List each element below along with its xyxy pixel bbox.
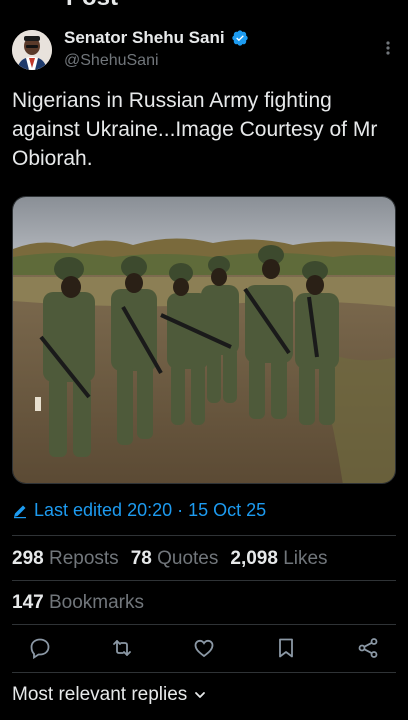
replies-sort-label: Most relevant replies: [12, 684, 188, 705]
quotes-stat[interactable]: 78 Quotes: [131, 548, 219, 570]
pencil-icon: [14, 505, 26, 518]
replies-sort-dropdown[interactable]: Most relevant replies: [12, 684, 207, 706]
avatar[interactable]: [12, 30, 52, 70]
reposts-stat[interactable]: 298 Reposts: [12, 548, 119, 570]
like-icon[interactable]: [192, 636, 216, 660]
last-edited-label: Last edited 20:20 · 15 Oct 25: [34, 500, 267, 520]
likes-stat[interactable]: 2,098 Likes: [230, 548, 327, 570]
chevron-down-icon: [195, 692, 206, 698]
reply-icon[interactable]: [28, 636, 52, 660]
bookmark-icon[interactable]: [274, 636, 298, 660]
share-icon[interactable]: [356, 636, 380, 660]
verified-badge-icon: [231, 29, 249, 47]
divider: [12, 672, 396, 673]
divider: [12, 624, 396, 625]
page-title: Post: [66, 0, 118, 10]
tweet-text: Nigerians in Russian Army fighting again…: [12, 89, 378, 170]
author-handle[interactable]: @ShehuSani: [64, 52, 159, 70]
divider: [12, 580, 396, 581]
engagement-stats: 298 Reposts 78 Quotes 2,098 Likes: [12, 548, 328, 570]
more-options-icon[interactable]: [382, 38, 394, 58]
bookmarks-stat[interactable]: 147 Bookmarks: [12, 592, 144, 614]
tweet-media-photo[interactable]: [12, 196, 396, 484]
action-bar: [12, 636, 396, 662]
divider: [12, 535, 396, 536]
author-name[interactable]: Senator Shehu Sani: [64, 28, 225, 48]
page-title-partial: Post: [0, 0, 408, 10]
last-edited-link[interactable]: Last edited 20:20 · 15 Oct 25: [12, 500, 266, 521]
tweet-header: Senator Shehu Sani @ShehuSani: [12, 28, 396, 76]
repost-icon[interactable]: [110, 636, 134, 660]
